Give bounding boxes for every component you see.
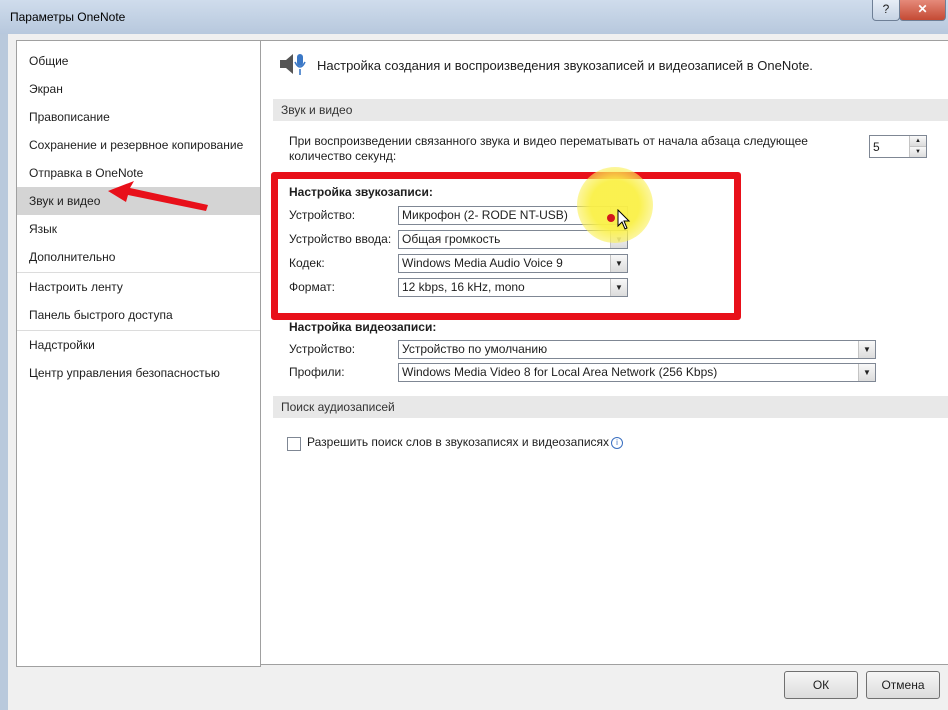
section-audio-video: Звук и видео: [273, 99, 948, 121]
info-icon[interactable]: i: [611, 437, 624, 449]
spin-down-icon[interactable]: ▼: [909, 147, 926, 157]
cursor-highlight: [577, 167, 653, 243]
video-device-value: Устройство по умолчанию: [402, 342, 548, 356]
sidebar-item-display[interactable]: Экран: [17, 75, 260, 103]
page-header: Настройка создания и воспроизведения зву…: [277, 49, 813, 81]
video-settings-heading: Настройка видеозаписи:: [289, 320, 437, 334]
sidebar: Общие Экран Правописание Сохранение и ре…: [16, 40, 261, 667]
enable-search-checkbox[interactable]: [287, 437, 301, 451]
mouse-cursor-icon: [617, 209, 631, 230]
dropdown-arrow-icon[interactable]: ▼: [858, 341, 875, 358]
dropdown-arrow-icon[interactable]: ▼: [858, 364, 875, 381]
rewind-seconds-value[interactable]: 5: [873, 140, 880, 154]
sidebar-item-language[interactable]: Язык: [17, 215, 260, 243]
window-title: Параметры OneNote: [10, 10, 126, 24]
cancel-button[interactable]: Отмена: [866, 671, 940, 699]
sidebar-item-save-backup[interactable]: Сохранение и резервное копирование: [17, 131, 260, 159]
enable-search-text: Разрешить поиск слов в звукозаписях и ви…: [307, 435, 610, 449]
red-arrow-annotation: [108, 181, 208, 211]
help-button[interactable]: ?: [872, 0, 900, 21]
sidebar-item-proofing[interactable]: Правописание: [17, 103, 260, 131]
rewind-seconds-spinner[interactable]: 5 ▲ ▼: [869, 135, 927, 158]
page-title: Настройка создания и воспроизведения зву…: [317, 57, 813, 73]
section-audio-search: Поиск аудиозаписей: [273, 396, 948, 418]
sidebar-item-customize-ribbon[interactable]: Настроить ленту: [17, 273, 260, 301]
rewind-label-line2: количество секунд:: [289, 149, 397, 163]
sidebar-item-trust-center[interactable]: Центр управления безопасностью: [17, 359, 260, 387]
main-panel: Настройка создания и воспроизведения зву…: [260, 40, 948, 665]
sidebar-item-quick-access[interactable]: Панель быстрого доступа: [17, 301, 260, 329]
video-device-dropdown[interactable]: Устройство по умолчанию ▼: [398, 340, 876, 359]
sidebar-item-advanced[interactable]: Дополнительно: [17, 243, 260, 271]
enable-search-label: Разрешить поиск слов в звукозаписях и ви…: [307, 435, 624, 449]
video-profile-label: Профили:: [289, 365, 345, 379]
title-bar: Параметры OneNote ? ✕: [0, 0, 948, 34]
close-button[interactable]: ✕: [899, 0, 946, 21]
speaker-microphone-icon: [280, 54, 306, 75]
options-dialog: Общие Экран Правописание Сохранение и ре…: [8, 34, 948, 710]
red-annotation-box: [271, 172, 741, 320]
rewind-label-line1: При воспроизведении связанного звука и в…: [289, 134, 808, 148]
sidebar-item-addins[interactable]: Надстройки: [17, 331, 260, 359]
video-profile-dropdown[interactable]: Windows Media Video 8 for Local Area Net…: [398, 363, 876, 382]
spin-up-icon[interactable]: ▲: [909, 136, 926, 147]
video-profile-value: Windows Media Video 8 for Local Area Net…: [402, 365, 718, 379]
video-device-label: Устройство:: [289, 342, 356, 356]
sidebar-item-general[interactable]: Общие: [17, 47, 260, 75]
click-marker: [607, 214, 615, 222]
ok-button[interactable]: ОК: [784, 671, 858, 699]
